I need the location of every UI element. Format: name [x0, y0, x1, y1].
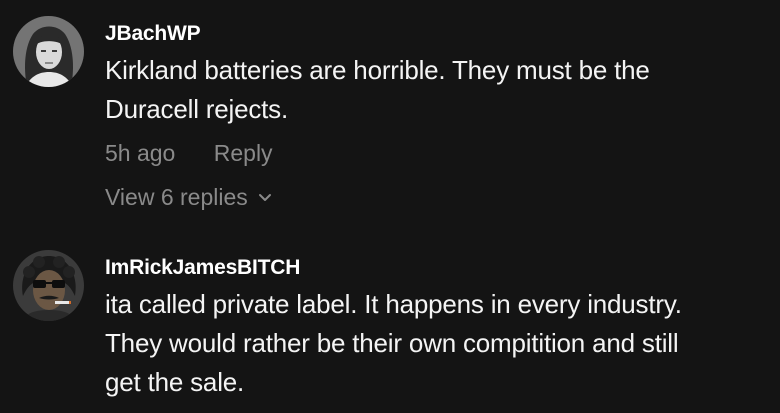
comment-content: JBachWP Kirkland batteries are horrible.…	[105, 21, 780, 212]
chevron-down-icon	[258, 194, 271, 201]
user-avatar-woman-icon	[13, 16, 84, 87]
comment-text-line: Duracell rejects.	[105, 94, 288, 124]
view-replies-button[interactable]: View 6 replies	[105, 182, 273, 212]
reply-button[interactable]: Reply	[214, 140, 273, 166]
avatar[interactable]	[13, 250, 84, 321]
comment-text-line: ita called private label. It happens in …	[105, 289, 682, 319]
avatar[interactable]	[13, 16, 84, 87]
comment-meta: 5h ago Reply	[105, 138, 780, 168]
comment-text-line: get the sale.	[105, 367, 245, 397]
user-avatar-man-sunglasses-icon	[13, 250, 84, 321]
comment-text-line: Kirkland batteries are horrible. They mu…	[105, 55, 650, 85]
view-replies-label: View 6 replies	[105, 184, 248, 210]
comment-username[interactable]: JBachWP	[105, 21, 780, 47]
comment-content: ImRickJamesBITCH ita called private labe…	[105, 255, 780, 402]
comment-timestamp: 5h ago	[105, 140, 176, 166]
comment-text-line: They would rather be their own compititi…	[105, 328, 679, 358]
comment-username[interactable]: ImRickJamesBITCH	[105, 255, 780, 281]
